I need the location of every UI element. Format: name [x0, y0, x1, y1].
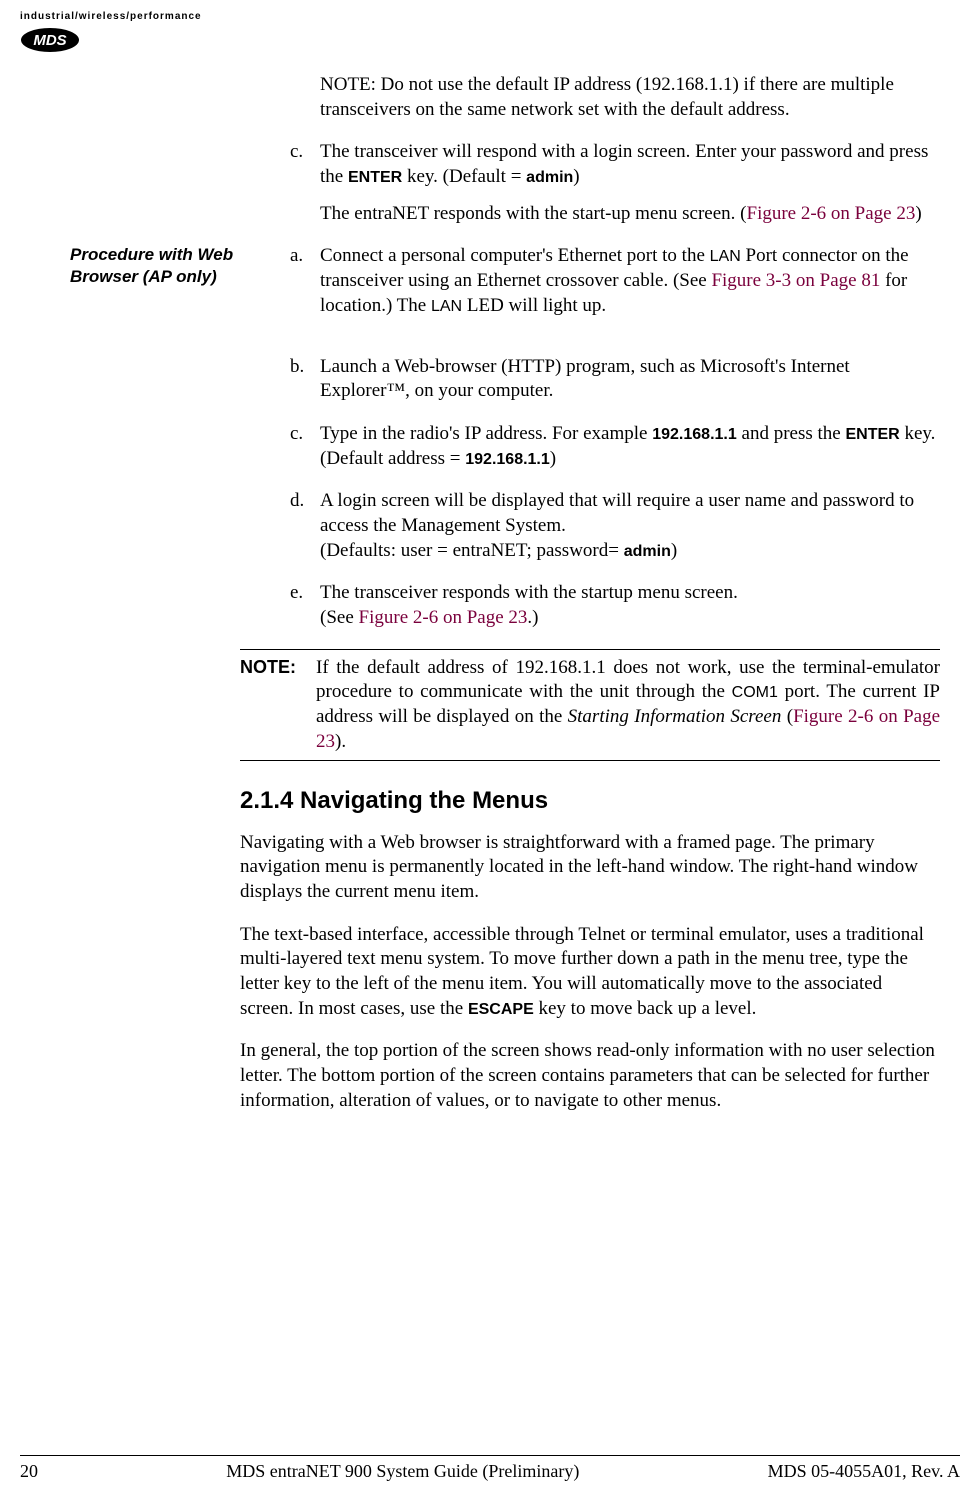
admin-default: admin	[526, 169, 573, 186]
step-c-login: c. The transceiver will respond with a l…	[290, 140, 940, 226]
page-number: 20	[20, 1460, 38, 1483]
section-paragraph: In general, the top portion of the scree…	[240, 1039, 940, 1113]
step-b-launch-browser: b. Launch a Web-browser (HTTP) program, …	[290, 355, 940, 404]
text: and press the	[737, 423, 846, 444]
figure-ref-link[interactable]: Figure 2-6 on Page 23	[359, 607, 528, 628]
step-c-type-ip: c. Type in the radio's IP address. For e…	[290, 422, 940, 471]
step-a-connect: a. Connect a personal computer's Etherne…	[290, 244, 940, 318]
text: ).	[335, 731, 346, 752]
note-label: NOTE:	[240, 656, 316, 755]
ip-address: 192.168.1.1	[652, 426, 737, 443]
text: key to move back up a level.	[534, 998, 757, 1019]
text: Connect a personal computer's Ethernet p…	[320, 245, 710, 266]
admin-default: admin	[624, 543, 671, 560]
text: A login screen will be displayed that wi…	[320, 490, 914, 536]
escape-key: ESCAPE	[468, 1001, 534, 1018]
list-marker: c.	[290, 422, 320, 471]
text: The entraNET responds with the start-up …	[320, 203, 747, 224]
list-marker: b.	[290, 355, 320, 404]
list-marker: c.	[290, 140, 320, 226]
text: The transceiver responds with the startu…	[320, 582, 738, 603]
text: Launch a Web-browser (HTTP) program, suc…	[320, 355, 940, 404]
text: )	[671, 540, 677, 561]
enter-key: ENTER	[845, 426, 899, 443]
svg-text:MDS: MDS	[33, 32, 66, 49]
step-e-startup-menu: e. The transceiver responds with the sta…	[290, 581, 940, 630]
note-box: NOTE: If the default address of 192.168.…	[240, 649, 940, 762]
text: (See	[320, 607, 359, 628]
figure-ref-link[interactable]: Figure 3-3 on Page 81	[711, 270, 880, 291]
mds-logo: MDS	[20, 27, 940, 53]
section-paragraph: The text-based interface, accessible thr…	[240, 923, 940, 1022]
footer-title: MDS entraNET 900 System Guide (Prelimina…	[226, 1460, 579, 1483]
intro-note: NOTE: Do not use the default IP address …	[320, 73, 940, 122]
text: )	[573, 166, 579, 187]
ip-address: 192.168.1.1	[465, 451, 550, 468]
step-d-login-screen: d. A login screen will be displayed that…	[290, 489, 940, 563]
text: Type in the radio's IP address. For exam…	[320, 423, 652, 444]
header-tagline: industrial/wireless/performance	[20, 10, 940, 23]
section-paragraph: Navigating with a Web browser is straigh…	[240, 831, 940, 905]
list-marker: d.	[290, 489, 320, 563]
text: )	[915, 203, 921, 224]
text: LED will light up.	[462, 295, 606, 316]
figure-ref-link[interactable]: Figure 2-6 on Page 23	[747, 203, 916, 224]
footer-doc-id: MDS 05-4055A01, Rev. A	[768, 1460, 960, 1483]
lan-label: LAN	[710, 248, 741, 265]
text: )	[550, 448, 556, 469]
text: key. (Default =	[402, 166, 526, 187]
list-marker: e.	[290, 581, 320, 630]
page-footer: 20 MDS entraNET 900 System Guide (Prelim…	[20, 1455, 960, 1483]
side-heading-web-procedure: Procedure with Web Browser (AP only)	[70, 244, 290, 287]
text: (	[781, 706, 793, 727]
com1-port: COM1	[732, 684, 778, 701]
screen-name: Starting Information Screen	[568, 706, 782, 727]
list-marker: a.	[290, 244, 320, 318]
enter-key: ENTER	[348, 169, 402, 186]
text: .)	[527, 607, 538, 628]
section-heading: 2.1.4 Navigating the Menus	[240, 785, 940, 816]
text: (Defaults: user = entraNET; password=	[320, 540, 624, 561]
lan-label: LAN	[431, 298, 462, 315]
